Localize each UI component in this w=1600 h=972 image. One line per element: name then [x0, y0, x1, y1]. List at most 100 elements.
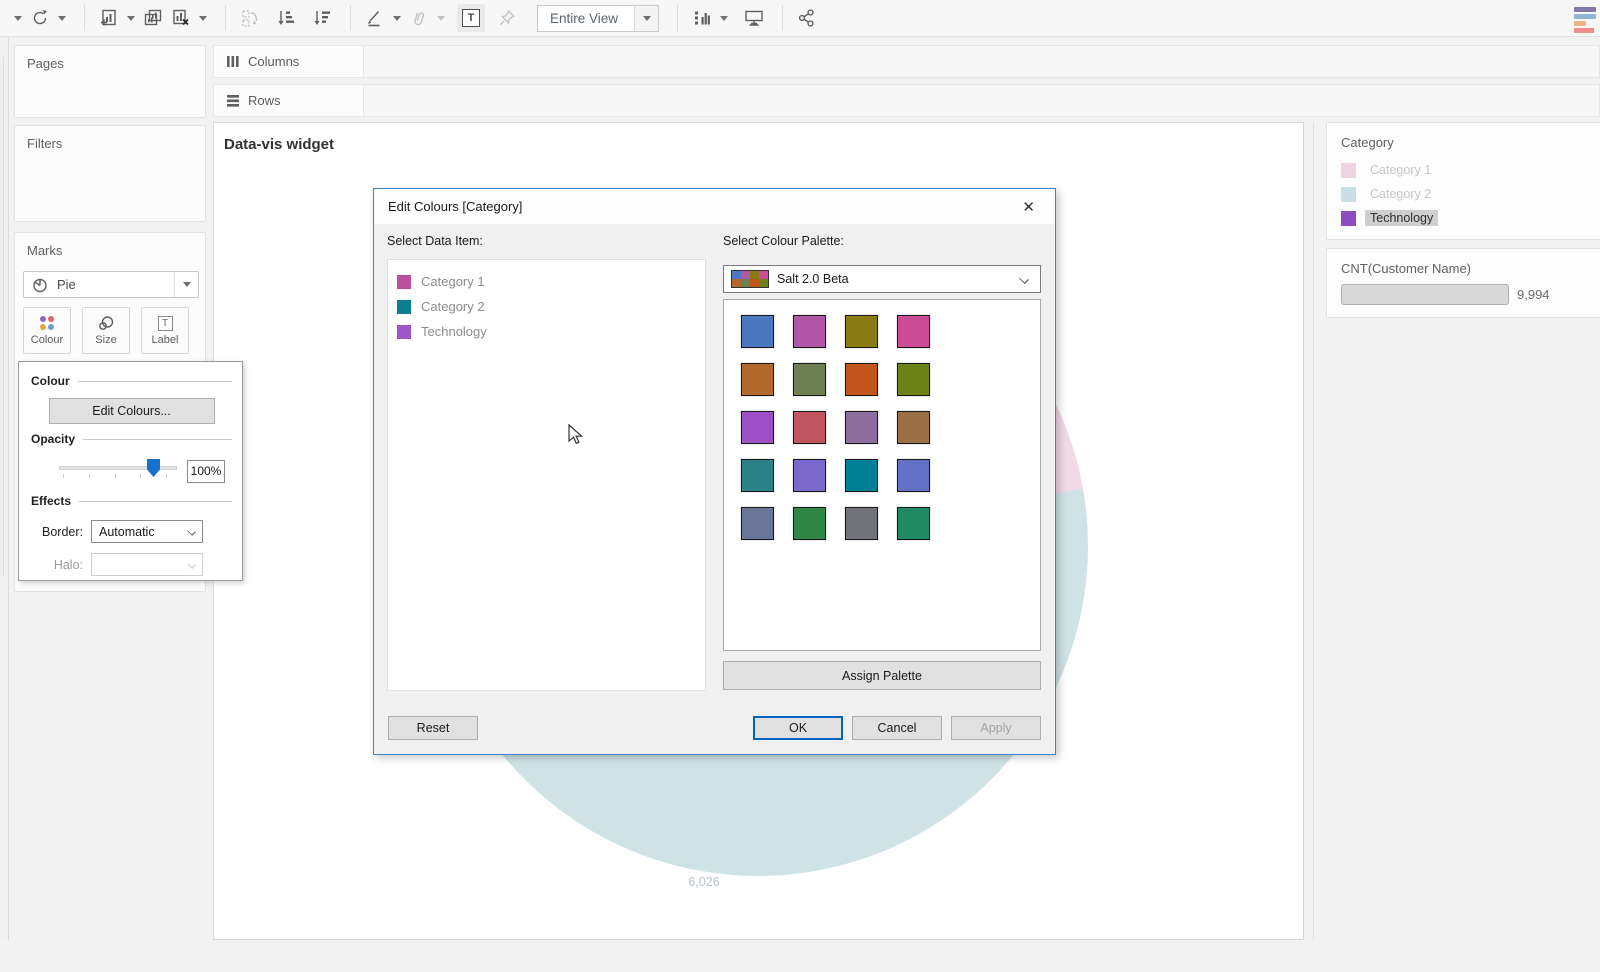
palette-swatch[interactable]	[741, 507, 774, 540]
border-dropdown[interactable]: Automatic	[91, 520, 203, 543]
toolbar-separator	[350, 5, 351, 31]
reset-button[interactable]: Reset	[388, 716, 478, 740]
border-label: Border:	[31, 525, 83, 539]
refresh-caret-icon[interactable]	[58, 16, 66, 21]
mark-type-value: Pie	[49, 277, 174, 292]
sort-ascending-icon[interactable]	[274, 6, 298, 30]
collapsed-data-pane[interactable]	[0, 37, 9, 940]
effects-section-label: Effects	[31, 494, 71, 508]
palette-dropdown[interactable]: Salt 2.0 Beta	[723, 265, 1041, 293]
palette-swatch[interactable]	[741, 363, 774, 396]
size-button[interactable]: Size	[82, 307, 130, 354]
size-circles-icon	[96, 315, 116, 331]
palette-swatch[interactable]	[793, 315, 826, 348]
opacity-slider[interactable]	[59, 458, 177, 484]
label-button-label: Label	[152, 334, 179, 346]
select-palette-label: Select Colour Palette:	[723, 234, 844, 248]
palette-swatch[interactable]	[793, 363, 826, 396]
clear-sheet-icon[interactable]	[169, 6, 193, 30]
new-worksheet-icon[interactable]	[97, 6, 121, 30]
pages-shelf[interactable]: Pages	[14, 45, 206, 118]
apply-button[interactable]: Apply	[951, 716, 1041, 740]
highlight-pen-icon[interactable]	[363, 6, 387, 30]
palette-swatch[interactable]	[793, 459, 826, 492]
palette-swatch[interactable]	[845, 411, 878, 444]
fit-selector-value: Entire View	[538, 11, 634, 26]
legend-item[interactable]: Technology	[1327, 206, 1600, 230]
rows-drop-area[interactable]	[364, 85, 1599, 116]
border-chevron-icon	[187, 527, 196, 536]
halo-dropdown[interactable]	[91, 553, 203, 576]
columns-shelf[interactable]: Columns	[213, 45, 1600, 78]
data-item-label: Category 2	[421, 299, 485, 314]
filters-shelf[interactable]: Filters	[14, 125, 206, 222]
edit-colours-dialog: Edit Colours [Category] ✕ Select Data It…	[373, 188, 1056, 755]
mark-type-dropdown[interactable]: Pie	[23, 271, 199, 298]
data-item-swatch	[397, 275, 411, 289]
opacity-value[interactable]: 100%	[187, 460, 225, 483]
columns-drop-area[interactable]	[364, 46, 1599, 77]
sort-descending-icon[interactable]	[310, 6, 334, 30]
columns-icon	[226, 55, 240, 68]
paperclip-caret-icon[interactable]	[437, 16, 445, 21]
palette-swatch[interactable]	[741, 315, 774, 348]
fit-selector-caret[interactable]	[634, 6, 658, 31]
highlight-caret-icon[interactable]	[393, 16, 401, 21]
legend-items: Category 1 Category 2 Technology	[1327, 158, 1600, 230]
share-icon[interactable]	[795, 6, 819, 30]
palette-swatch[interactable]	[793, 507, 826, 540]
show-me-mini-caret-icon[interactable]	[720, 16, 728, 21]
clear-sheet-caret-icon[interactable]	[199, 16, 207, 21]
palette-swatch[interactable]	[897, 363, 930, 396]
pie-slice-label: 6,026	[659, 875, 749, 889]
show-mark-labels-button[interactable]: T	[457, 4, 485, 32]
legend-label: Category 2	[1365, 186, 1436, 202]
palette-swatch[interactable]	[897, 411, 930, 444]
palette-swatch[interactable]	[845, 363, 878, 396]
paperclip-icon[interactable]	[407, 6, 431, 30]
data-item-swatch	[397, 325, 411, 339]
presentation-mode-icon[interactable]	[742, 6, 766, 30]
mark-type-caret[interactable]	[174, 272, 198, 297]
palette-swatch[interactable]	[741, 459, 774, 492]
palette-grid	[741, 315, 1040, 540]
palette-swatch[interactable]	[897, 459, 930, 492]
edit-colours-button[interactable]: Edit Colours...	[49, 398, 215, 424]
data-item-row[interactable]: Technology	[388, 319, 705, 344]
ok-button[interactable]: OK	[753, 716, 843, 740]
refresh-icon[interactable]	[28, 6, 52, 30]
palette-swatch[interactable]	[897, 507, 930, 540]
colour-legend-card: Category Category 1Category 2Technology	[1326, 122, 1600, 240]
palette-swatch[interactable]	[845, 315, 878, 348]
cancel-button[interactable]: Cancel	[852, 716, 942, 740]
palette-swatch[interactable]	[845, 507, 878, 540]
palette-swatch[interactable]	[845, 459, 878, 492]
dialog-titlebar[interactable]: Edit Colours [Category] ✕	[374, 189, 1055, 224]
pin-icon[interactable]	[495, 6, 519, 30]
swap-rows-columns-icon[interactable]	[238, 6, 262, 30]
duplicate-sheet-icon[interactable]	[141, 6, 165, 30]
data-item-row[interactable]: Category 2	[388, 294, 705, 319]
palette-swatch[interactable]	[793, 411, 826, 444]
size-legend-slider[interactable]	[1341, 284, 1509, 305]
palette-swatch[interactable]	[897, 315, 930, 348]
pages-label: Pages	[15, 46, 205, 71]
opacity-slider-ticks	[63, 474, 167, 478]
data-item-list[interactable]: Category 1 Category 2 Technology	[387, 259, 706, 691]
show-me-panel-icon[interactable]	[1574, 7, 1600, 35]
assign-palette-button[interactable]: Assign Palette	[723, 661, 1041, 690]
legend-item[interactable]: Category 2	[1327, 182, 1600, 206]
undo-caret-icon[interactable]	[14, 16, 22, 21]
size-button-label: Size	[95, 334, 116, 346]
label-button[interactable]: T Label	[141, 307, 189, 354]
fit-selector[interactable]: Entire View	[537, 5, 659, 32]
rows-shelf[interactable]: Rows	[213, 84, 1600, 117]
data-item-row[interactable]: Category 1	[388, 269, 705, 294]
colour-button[interactable]: Colour	[23, 307, 71, 354]
palette-swatch[interactable]	[741, 411, 774, 444]
legend-item[interactable]: Category 1	[1327, 158, 1600, 182]
text-label-icon: T	[462, 9, 480, 27]
close-icon[interactable]: ✕	[1016, 196, 1041, 218]
show-me-mini-icon[interactable]	[690, 6, 714, 30]
new-worksheet-caret-icon[interactable]	[127, 16, 135, 21]
